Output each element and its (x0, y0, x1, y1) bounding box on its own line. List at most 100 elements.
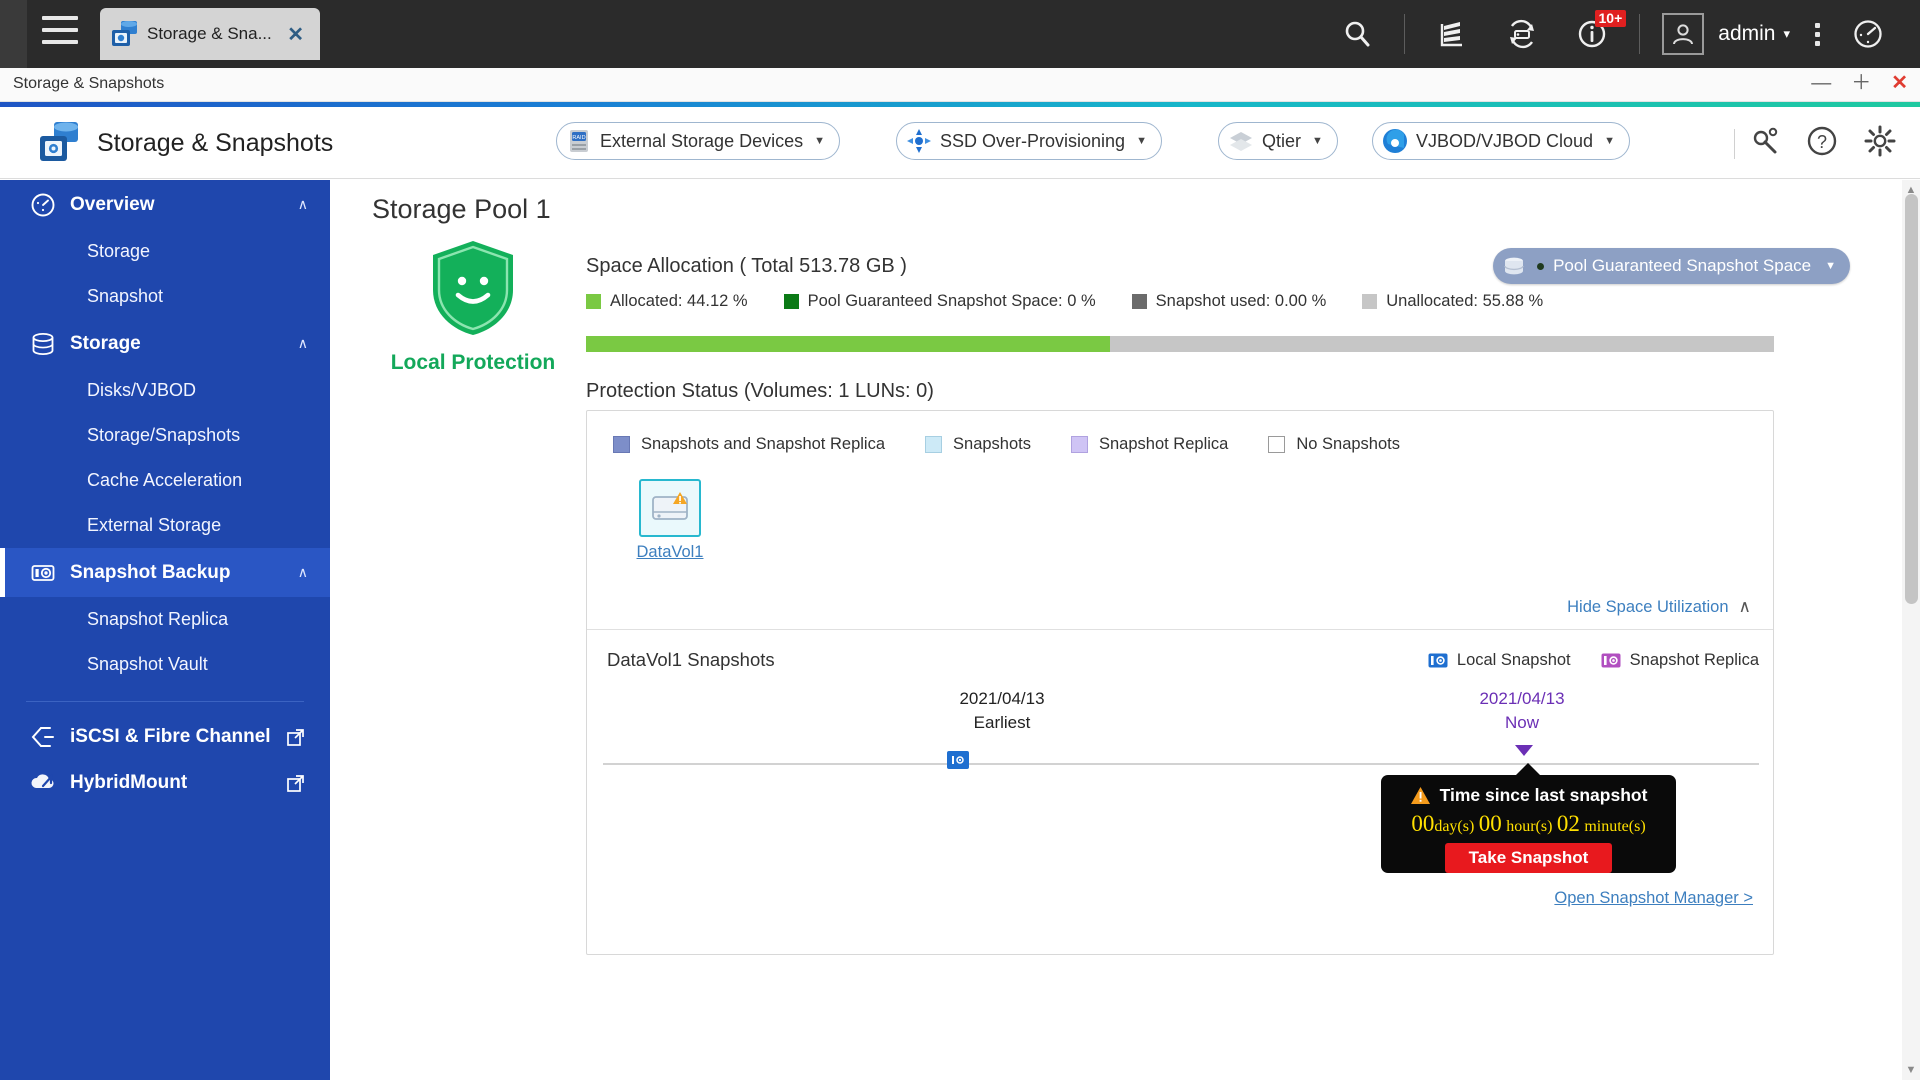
volume-warning-icon (652, 492, 688, 520)
protection-legend: Snapshots and Snapshot Replica Snapshots… (613, 435, 1440, 454)
legend-snapshot-replica: Snapshot Replica (1071, 435, 1228, 454)
legend-snapshot-replica: Snapshot Replica (1601, 651, 1759, 670)
notification-info-icon[interactable]: 10+ (1566, 8, 1627, 60)
sidebar-divider (26, 701, 304, 702)
sidebar-item-snapshot-vault[interactable]: Snapshot Vault (0, 642, 330, 687)
storage-tools-icon[interactable] (1748, 125, 1780, 157)
chevron-up-icon: ∧ (1738, 597, 1751, 616)
hide-space-utilization-toggle[interactable]: Hide Space Utilization ∧ (1567, 597, 1751, 617)
legend-label: Snapshot used: 0.00 % (1155, 292, 1327, 310)
vjbod-cloud-icon (1383, 129, 1407, 153)
local-snapshot-icon (952, 756, 964, 764)
svg-text:RAID: RAID (572, 135, 585, 141)
local-protection-label: Local Protection (390, 351, 556, 374)
iscsi-icon (31, 727, 54, 747)
legend-swatch-pool-guaranteed (783, 294, 799, 309)
ssd-over-provisioning-dropdown[interactable]: SSD Over-Provisioning ▼ (896, 122, 1162, 160)
legend-label: Snapshot Replica (1629, 651, 1759, 669)
volume-tile-datavol1[interactable]: DataVol1 (625, 479, 715, 562)
sidebar-item-disks-vjbod[interactable]: Disks/VJBOD (0, 368, 330, 413)
vjbod-cloud-label: VJBOD/VJBOD Cloud (1416, 130, 1594, 151)
take-snapshot-button[interactable]: Take Snapshot (1445, 843, 1612, 873)
legend-pool-guaranteed: Pool Guaranteed Snapshot Space: 0 % (783, 292, 1096, 311)
hybridmount-cloud-icon (31, 774, 54, 788)
chevron-up-icon: ∧ (297, 196, 308, 212)
minimize-button[interactable]: — (1811, 72, 1831, 94)
tooltip-title: Time since last snapshot (1439, 785, 1648, 805)
legend-swatch-allocated (586, 294, 601, 309)
space-allocation-bar-fill (586, 336, 1111, 352)
header-divider (1734, 129, 1735, 159)
chevron-down-icon[interactable]: ▾ (1783, 26, 1790, 42)
sidebar-item-overview-storage[interactable]: Storage (0, 229, 330, 274)
snapshot-camera-icon (31, 564, 55, 581)
main-content: Storage Pool 1 Local Protection Space Al… (330, 180, 1902, 1080)
sidebar-item-hybridmount[interactable]: HybridMount (0, 760, 330, 806)
close-icon[interactable]: ✕ (281, 22, 310, 47)
dashboard-gauge-icon[interactable] (1842, 8, 1894, 60)
panel-divider (587, 629, 1773, 630)
legend-allocated: Allocated: 44.12 % (586, 292, 748, 311)
vjbod-cloud-dropdown[interactable]: VJBOD/VJBOD Cloud ▼ (1372, 122, 1630, 160)
legend-swatch (1268, 436, 1286, 453)
elapsed-hours: 00 (1478, 811, 1502, 836)
space-allocation-legend: Allocated: 44.12 % Pool Guaranteed Snaps… (586, 292, 1579, 311)
search-icon[interactable] (1331, 8, 1383, 60)
pool-guaranteed-snapshot-space-button[interactable]: Pool Guaranteed Snapshot Space ▼ (1493, 248, 1850, 284)
external-storage-devices-dropdown[interactable]: RAID External Storage Devices ▼ (556, 122, 840, 160)
sidebar-group-storage[interactable]: Storage ∧ (0, 319, 330, 368)
elapsed-days: 00 (1411, 811, 1435, 836)
sidebar-item-storage-snapshots[interactable]: Storage/Snapshots (0, 413, 330, 458)
os-icon-tray: 10+ admin ▾ (1322, 0, 1920, 68)
user-avatar-icon[interactable] (1662, 13, 1705, 55)
legend-label: Snapshots (953, 435, 1031, 453)
chevron-down-icon: ▼ (814, 135, 825, 147)
snapshot-replica-icon (1601, 653, 1621, 668)
resource-monitor-icon[interactable] (1426, 8, 1478, 60)
legend-snapshots-and-replica: Snapshots and Snapshot Replica (613, 435, 885, 454)
sidebar-group-overview[interactable]: Overview ∧ (0, 180, 330, 229)
sidebar-link-label: iSCSI & Fibre Channel (70, 726, 271, 747)
legend-no-snapshots: No Snapshots (1268, 435, 1400, 454)
space-allocation-bar (586, 336, 1774, 352)
settings-gear-icon[interactable] (1864, 125, 1896, 157)
app-tab-label: Storage & Sna... (147, 24, 272, 43)
pgss-label: Pool Guaranteed Snapshot Space (1553, 256, 1812, 275)
warning-triangle-icon (1410, 787, 1430, 804)
space-allocation-title: Space Allocation ( Total 513.78 GB ) (586, 255, 907, 277)
legend-label: Snapshot Replica (1099, 435, 1229, 453)
raid-disk-icon: RAID (570, 130, 588, 152)
backup-sync-icon[interactable] (1496, 8, 1548, 60)
app-tab-storage-snapshots[interactable]: Storage & Sna... ✕ (100, 8, 320, 60)
scrollbar-thumb[interactable] (1905, 194, 1918, 604)
sidebar-item-external-storage[interactable]: External Storage (0, 503, 330, 548)
sidebar-item-iscsi-fibre-channel[interactable]: iSCSI & Fibre Channel (0, 714, 330, 760)
storage-snapshots-icon (112, 21, 137, 46)
help-icon[interactable]: ? (1806, 125, 1838, 157)
close-window-button[interactable]: ✕ (1891, 72, 1908, 94)
admin-menu-label[interactable]: admin (1718, 22, 1775, 46)
maximize-button[interactable]: ＋ (1851, 72, 1871, 94)
legend-label: Allocated: 44.12 % (610, 292, 748, 310)
snapshot-timeline-marker[interactable] (947, 751, 969, 769)
sidebar-item-snapshot-replica[interactable]: Snapshot Replica (0, 597, 330, 642)
sidebar-item-overview-snapshot[interactable]: Snapshot (0, 274, 330, 319)
scroll-down-arrow[interactable]: ▼ (1905, 1064, 1917, 1076)
chevron-up-icon: ∧ (297, 335, 308, 351)
app-title: Storage & Snapshots (97, 129, 334, 157)
timeline-now: 2021/04/13 Now (1447, 687, 1597, 735)
timeline-now-label: Now (1504, 713, 1539, 732)
qtier-dropdown[interactable]: Qtier ▼ (1218, 122, 1338, 160)
open-snapshot-manager-link[interactable]: Open Snapshot Manager > (1554, 889, 1753, 908)
protection-status-title: Protection Status (Volumes: 1 LUNs: 0) (586, 380, 934, 402)
sidebar-group-snapshot-backup[interactable]: Snapshot Backup ∧ (0, 548, 330, 597)
sidebar-item-cache-acceleration[interactable]: Cache Acceleration (0, 458, 330, 503)
hamburger-icon[interactable] (42, 16, 78, 50)
volume-icon-box (639, 479, 701, 537)
volume-name[interactable]: DataVol1 (625, 543, 715, 562)
hide-space-utilization-label: Hide Space Utilization (1567, 597, 1729, 616)
app-header: Storage & Snapshots RAID External Storag… (0, 107, 1920, 179)
legend-swatch (613, 436, 630, 453)
kebab-menu-icon[interactable] (1815, 22, 1820, 46)
storage-snapshots-logo (40, 122, 78, 161)
